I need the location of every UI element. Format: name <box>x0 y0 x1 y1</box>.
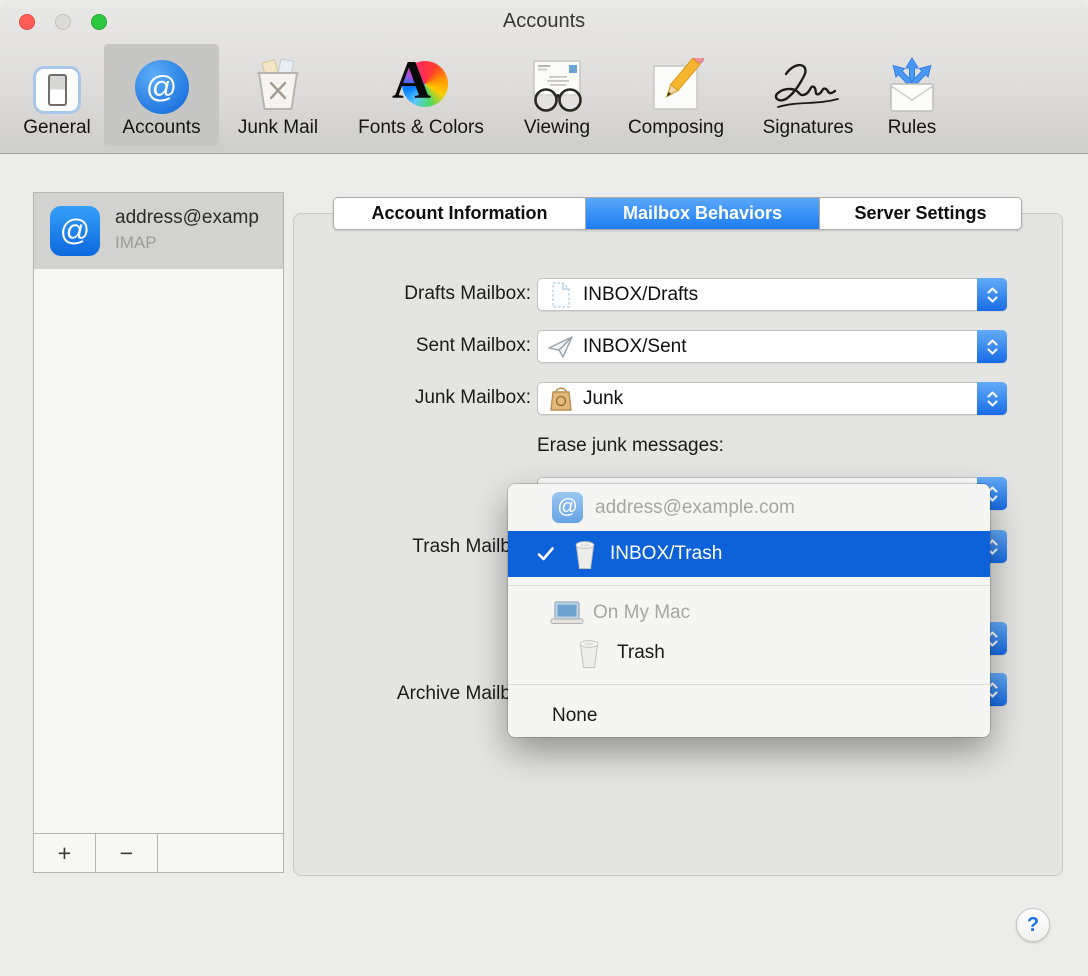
trash-mailbox-label: Trash Mailbox <box>281 536 531 558</box>
account-at-icon: @ <box>50 206 100 256</box>
chevron-up-down-icon <box>977 382 1007 415</box>
menu-on-my-mac-header: On My Mac <box>508 596 990 630</box>
junk-mailbox-value: Junk <box>583 388 623 410</box>
signature-icon <box>756 58 860 114</box>
window-title: Accounts <box>0 10 1088 33</box>
menu-item-local-trash[interactable]: Trash <box>508 634 990 672</box>
toolbar-item-label: Viewing <box>512 117 602 139</box>
toolbar-item-label: Signatures <box>752 117 864 139</box>
toolbar-item-label: Accounts <box>104 117 219 139</box>
toolbar-item-accounts[interactable]: @ Accounts <box>104 44 219 146</box>
menu-item-inbox-trash[interactable]: INBOX/Trash <box>508 531 990 577</box>
junk-basket-icon <box>249 58 307 114</box>
tab-account-information[interactable]: Account Information <box>334 198 586 229</box>
sent-mailbox-select[interactable]: INBOX/Sent <box>537 330 1007 363</box>
account-name: address@examp <box>115 207 283 229</box>
account-list-toolbar-filler <box>158 834 283 872</box>
account-list-item[interactable]: @ address@examp IMAP <box>34 193 283 269</box>
toolbar-item-general[interactable]: General <box>16 44 98 146</box>
rules-envelope-icon <box>880 56 944 114</box>
account-protocol: IMAP <box>115 233 157 253</box>
junk-mailbox-label: Junk Mailbox: <box>281 387 531 409</box>
titlebar-toolbar: Accounts General @ Accounts Junk Mail <box>0 0 1088 154</box>
drafts-mailbox-value: INBOX/Drafts <box>583 284 698 306</box>
toolbar-item-label: Rules <box>876 117 948 139</box>
archive-mailbox-label: Archive Mailbox <box>281 683 531 705</box>
toolbar-item-viewing[interactable]: Viewing <box>512 44 602 146</box>
viewing-glasses-icon <box>525 58 589 114</box>
erase-junk-messages-label: Erase junk messages: <box>537 435 724 457</box>
toolbar-item-signatures[interactable]: Signatures <box>752 44 864 146</box>
fonts-colors-icon: A <box>392 56 450 114</box>
menu-separator <box>508 684 990 685</box>
remove-account-button[interactable]: − <box>96 834 158 872</box>
mac-laptop-icon <box>550 601 584 625</box>
toolbar-item-fonts-colors[interactable]: A Fonts & Colors <box>338 44 504 146</box>
account-at-icon: @ <box>552 492 583 523</box>
help-button[interactable]: ? <box>1016 908 1050 942</box>
menu-separator <box>508 585 990 586</box>
trash-mailbox-menu: @ address@example.com INBOX/Trash On My … <box>508 484 990 737</box>
junk-bag-icon <box>549 386 573 412</box>
toolbar-item-junk-mail[interactable]: Junk Mail <box>224 44 332 146</box>
sent-mailbox-label: Sent Mailbox: <box>281 335 531 357</box>
checkmark-icon <box>536 545 556 563</box>
toolbar-item-label: Junk Mail <box>224 117 332 139</box>
chevron-up-down-icon <box>977 278 1007 311</box>
toolbar-item-label: Fonts & Colors <box>338 117 504 139</box>
sent-mailbox-value: INBOX/Sent <box>583 336 687 358</box>
junk-mailbox-select[interactable]: Junk <box>537 382 1007 415</box>
composing-pencil-icon <box>648 58 704 114</box>
paper-plane-icon <box>548 335 574 359</box>
drafts-mailbox-label: Drafts Mailbox: <box>281 283 531 305</box>
menu-item-none[interactable]: None <box>508 697 990 735</box>
general-icon <box>33 66 81 114</box>
add-account-button[interactable]: + <box>34 834 96 872</box>
toolbar-item-composing[interactable]: Composing <box>612 44 740 146</box>
menu-account-header: @ address@example.com <box>508 484 990 531</box>
mail-preferences-window: Accounts General @ Accounts Junk Mail <box>0 0 1088 976</box>
draft-page-icon <box>550 282 572 308</box>
toolbar-item-rules[interactable]: Rules <box>876 44 948 146</box>
toolbar-item-label: Composing <box>612 117 740 139</box>
accounts-at-icon: @ <box>135 60 189 114</box>
chevron-up-down-icon <box>977 330 1007 363</box>
tab-mailbox-behaviors[interactable]: Mailbox Behaviors <box>586 198 820 229</box>
account-list-toolbar: + − <box>34 833 283 872</box>
trash-icon <box>577 637 601 669</box>
trash-icon <box>573 538 597 570</box>
accounts-list: @ address@examp IMAP + − <box>33 192 284 873</box>
tab-server-settings[interactable]: Server Settings <box>820 198 1021 229</box>
toolbar-item-label: General <box>16 117 98 139</box>
drafts-mailbox-select[interactable]: INBOX/Drafts <box>537 278 1007 311</box>
account-tabs: Account Information Mailbox Behaviors Se… <box>333 197 1022 230</box>
